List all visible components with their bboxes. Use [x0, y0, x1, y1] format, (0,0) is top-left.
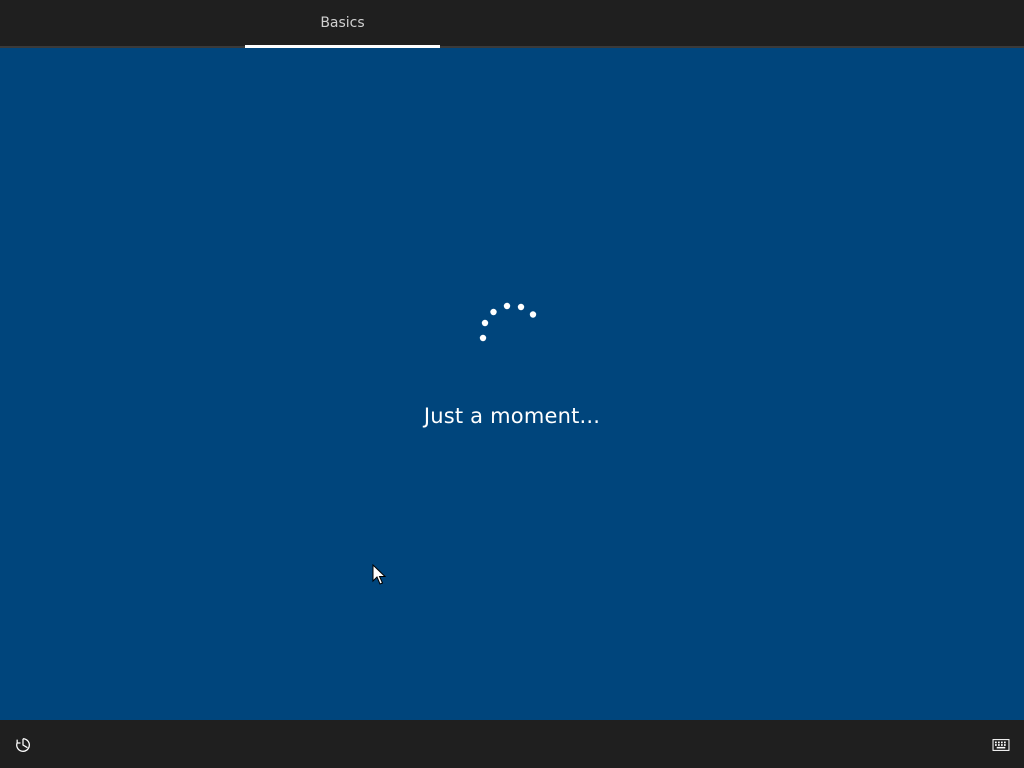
- spinner-dot: [503, 302, 511, 310]
- tab-basics: Basics: [245, 0, 440, 46]
- spinner-dot: [481, 319, 489, 327]
- spinner-dot: [517, 303, 525, 311]
- footer-bar: [0, 720, 1024, 768]
- spinner-dot: [479, 334, 487, 342]
- progress-header: Basics: [0, 0, 1024, 48]
- spinner-dot: [529, 311, 537, 318]
- status-message: Just a moment...: [423, 404, 601, 428]
- active-tab-indicator: [245, 45, 440, 48]
- spinner-dot: [490, 308, 497, 316]
- oobe-screen: Basics Just a moment...: [0, 0, 1024, 768]
- keyboard-icon: [992, 739, 1010, 751]
- on-screen-keyboard-button[interactable]: [988, 732, 1014, 758]
- loading-dots-icon: [479, 302, 537, 342]
- ease-of-access-icon: [16, 738, 30, 752]
- mouse-pointer-icon: [372, 564, 387, 585]
- ease-of-access-button[interactable]: [10, 732, 36, 758]
- tab-basics-label: Basics: [320, 15, 365, 31]
